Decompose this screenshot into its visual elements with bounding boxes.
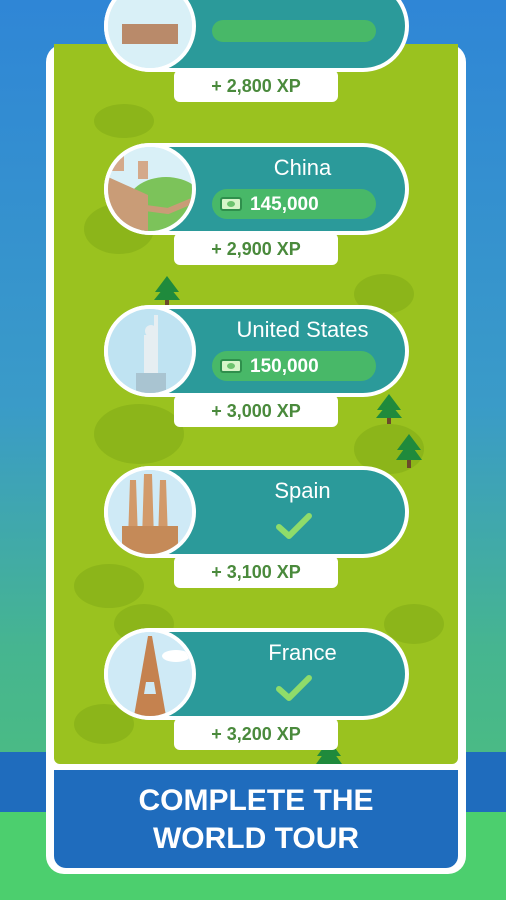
great-wall-image [104,143,196,235]
xp-reward: + 2,800 XP [174,70,338,102]
cost-badge: 150,000 [212,351,376,381]
destination-card-china[interactable]: China 145,000 + 2,900 XP [104,143,409,265]
cost-value: 145,000 [250,194,319,215]
statue-of-liberty-image [104,305,196,397]
tree-icon [154,276,180,306]
cost-badge [212,20,376,42]
country-name: France [268,640,337,665]
sagrada-familia-image [104,466,196,558]
checkmark-icon [276,675,312,701]
tree-icon [396,434,422,468]
destination-card-france[interactable]: France + 3,200 XP [104,628,409,750]
destination-card[interactable]: + 2,800 XP [104,0,409,102]
destination-card-spain[interactable]: Spain + 3,100 XP [104,466,409,588]
checkmark-icon [276,513,312,539]
xp-reward: + 3,200 XP [174,718,338,750]
promo-banner: COMPLETE THE WORLD TOUR [54,770,458,868]
cost-value: 150,000 [250,356,319,377]
xp-reward: + 3,000 XP [174,395,338,427]
destination-card-united-states[interactable]: United States 150,000 + 3,000 XP [104,305,409,427]
eiffel-tower-image [104,628,196,720]
xp-reward: + 3,100 XP [174,556,338,588]
country-name: China [273,155,332,180]
tree-icon [376,394,402,424]
country-name: Spain [274,478,331,503]
cash-icon [220,359,242,373]
country-name: United States [236,317,369,342]
cash-icon [220,197,242,211]
banner-line-1: COMPLETE THE [138,784,374,817]
banner-line-2: WORLD TOUR [152,822,360,855]
xp-reward: + 2,900 XP [174,233,338,265]
cost-badge: 145,000 [212,189,376,219]
